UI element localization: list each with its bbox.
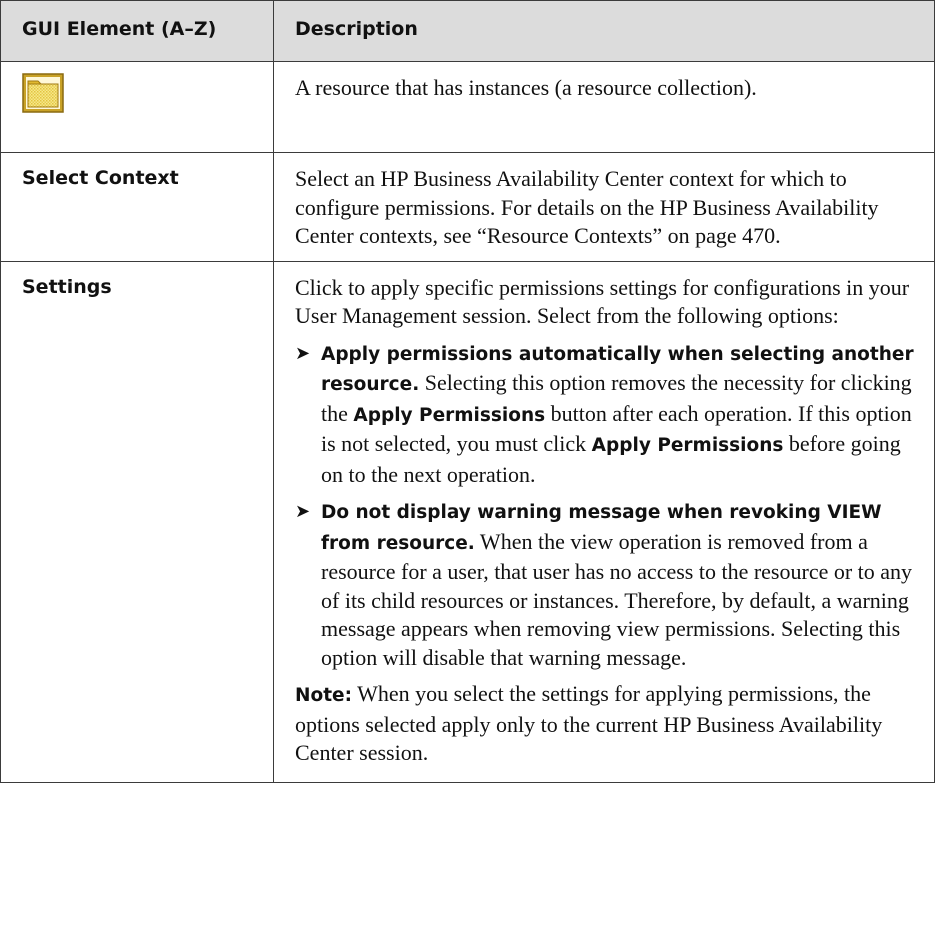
settings-intro: Click to apply specific permissions sett… xyxy=(295,274,910,329)
description-cell: Click to apply specific permissions sett… xyxy=(273,260,935,783)
note-text: When you select the settings for applyin… xyxy=(295,681,883,765)
column-header-description: Description xyxy=(273,0,935,62)
column-header-gui-element: GUI Element (A–Z) xyxy=(0,0,274,62)
element-cell: Select Context xyxy=(0,152,274,262)
description-cell: A resource that has instances (a resourc… xyxy=(273,61,935,153)
settings-note: Note: When you select the settings for a… xyxy=(295,680,918,768)
resource-collection-folder-icon xyxy=(22,73,64,113)
list-item: ➤ Do not display warning message when re… xyxy=(295,497,918,672)
row-description: Select an HP Business Availability Cente… xyxy=(295,166,879,248)
arrow-bullet-icon: ➤ xyxy=(295,501,311,521)
arrow-bullet-icon: ➤ xyxy=(295,342,311,363)
list-item: ➤ Apply permissions automatically when s… xyxy=(295,339,918,490)
element-cell: Settings xyxy=(0,260,274,783)
row-description: A resource that has instances (a resourc… xyxy=(295,75,757,100)
table-row: Settings Click to apply specific permiss… xyxy=(0,260,935,783)
table-row: A resource that has instances (a resourc… xyxy=(0,61,935,153)
note-label: Note: xyxy=(295,685,352,706)
option-inline-bold: Apply Permissions xyxy=(353,404,546,426)
element-cell xyxy=(0,61,274,153)
table-row: Select Context Select an HP Business Ava… xyxy=(0,152,935,262)
gui-element-table: GUI Element (A–Z) Description A resource… xyxy=(0,0,935,783)
table-header-row: GUI Element (A–Z) Description xyxy=(0,0,935,62)
settings-options-list: ➤ Apply permissions automatically when s… xyxy=(295,339,918,673)
option-inline-bold: Apply Permissions xyxy=(591,435,784,456)
description-cell: Select an HP Business Availability Cente… xyxy=(273,152,935,262)
